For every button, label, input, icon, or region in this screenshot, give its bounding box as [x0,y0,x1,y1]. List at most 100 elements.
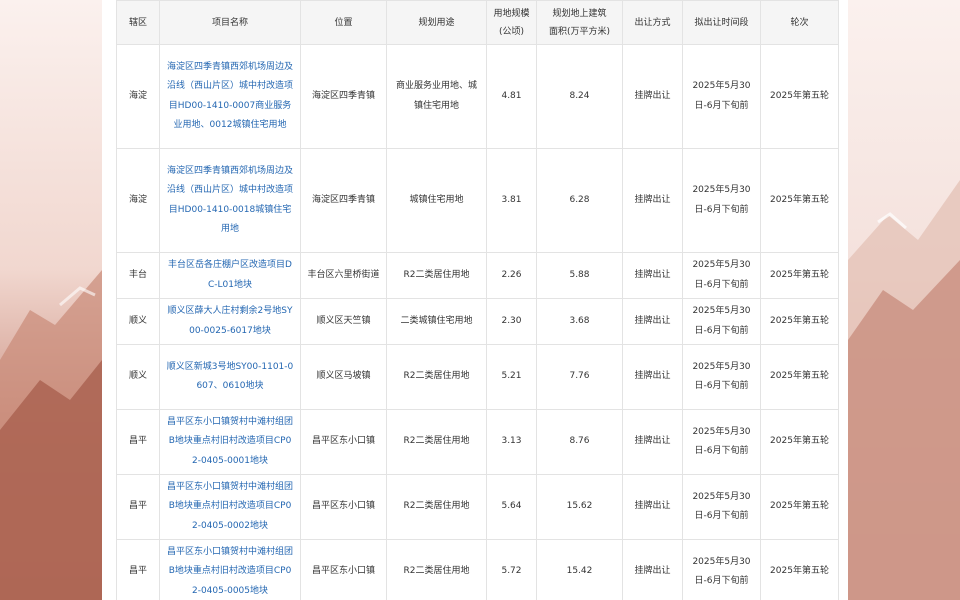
transfer-method-cell: 挂牌出让 [622,298,683,345]
project-link-text[interactable]: 昌平区东小口镇贺村中滩村组团B地块重点村旧村改造项目CP02-0405-0005… [167,547,293,596]
floor-area-cell: 15.62 [536,474,623,540]
period-cell: 2025年5月30日-6月下旬前 [682,252,761,299]
background-left-panel [0,0,102,600]
mountain-illustration-left [0,270,102,600]
project-name-link[interactable]: 海淀区四季青镇西郊机场周边及沿线（西山片区）城中村改造项目HD00-1410-0… [159,44,301,149]
table-row: 顺义 顺义区薛大人庄村剩余2号地SY00-0025-6017地块 顺义区天竺镇 二类城… [116,298,839,345]
project-link-text[interactable]: 顺义区新城3号地SY00-1101-0607、0610地块 [167,362,294,392]
project-link-text[interactable]: 丰台区岳各庄棚户区改造项目DC-L01地块 [168,260,292,290]
period-cell: 2025年5月30日-6月下旬前 [682,539,761,600]
district-cell: 昌平 [116,539,160,600]
project-name-link[interactable]: 昌平区东小口镇贺村中滩村组团B地块重点村旧村改造项目CP02-0405-0005… [159,539,301,600]
planned-use-cell: 二类城镇住宅用地 [386,298,487,345]
floor-area-cell: 7.76 [536,344,623,410]
location-cell: 海淀区四季青镇 [300,44,387,149]
header-transfer-method: 出让方式 [622,0,683,45]
header-district: 辖区 [116,0,160,45]
period-cell: 2025年5月30日-6月下旬前 [682,409,761,475]
planned-use-cell: 商业服务业用地、城镇住宅用地 [386,44,487,149]
land-area-cell: 5.21 [486,344,537,410]
round-cell: 2025年第五轮 [760,298,839,345]
planned-use-cell: 城镇住宅用地 [386,148,487,253]
table-row: 海淀 海淀区四季青镇西郊机场周边及沿线（西山片区）城中村改造项目HD00-1410… [116,44,839,149]
table-row: 顺义 顺义区新城3号地SY00-1101-0607、0610地块 顺义区马坡镇 R2二… [116,344,839,410]
district-cell: 顺义 [116,298,160,345]
project-link-text[interactable]: 顺义区薛大人庄村剩余2号地SY00-0025-6017地块 [168,306,293,336]
table-row: 昌平 昌平区东小口镇贺村中滩村组团B地块重点村旧村改造项目CP02-0405-00… [116,539,839,600]
location-cell: 昌平区东小口镇 [300,409,387,475]
period-cell: 2025年5月30日-6月下旬前 [682,344,761,410]
land-area-cell: 3.81 [486,148,537,253]
planned-use-cell: R2二类居住用地 [386,539,487,600]
district-cell: 顺义 [116,344,160,410]
project-name-link[interactable]: 海淀区四季青镇西郊机场周边及沿线（西山片区）城中村改造项目HD00-1410-0… [159,148,301,253]
project-link-text[interactable]: 海淀区四季青镇西郊机场周边及沿线（西山片区）城中村改造项目HD00-1410-0… [167,62,293,131]
project-name-link[interactable]: 顺义区新城3号地SY00-1101-0607、0610地块 [159,344,301,410]
location-cell: 丰台区六里桥街道 [300,252,387,299]
project-name-link[interactable]: 昌平区东小口镇贺村中滩村组团B地块重点村旧村改造项目CP02-0405-0001… [159,409,301,475]
period-cell: 2025年5月30日-6月下旬前 [682,148,761,253]
header-planned-use: 规划用途 [386,0,487,45]
transfer-method-cell: 挂牌出让 [622,252,683,299]
table-row: 海淀 海淀区四季青镇西郊机场周边及沿线（西山片区）城中村改造项目HD00-1410… [116,148,839,253]
project-link-text[interactable]: 昌平区东小口镇贺村中滩村组团B地块重点村旧村改造项目CP02-0405-0002… [167,482,293,531]
planned-use-cell: R2二类居住用地 [386,252,487,299]
transfer-method-cell: 挂牌出让 [622,148,683,253]
header-floor-area: 规划地上建筑 面积(万平方米) [536,0,623,45]
location-cell: 昌平区东小口镇 [300,474,387,540]
floor-area-cell: 15.42 [536,539,623,600]
period-cell: 2025年5月30日-6月下旬前 [682,44,761,149]
period-cell: 2025年5月30日-6月下旬前 [682,474,761,540]
transfer-method-cell: 挂牌出让 [622,409,683,475]
land-transfer-table: 辖区 项目名称 位置 规划用途 用地规模 (公顷) 规划地上建筑 面积(万平方米) 出让方式… [116,0,839,600]
floor-area-cell: 8.24 [536,44,623,149]
project-name-link[interactable]: 昌平区东小口镇贺村中滩村组团B地块重点村旧村改造项目CP02-0405-0002… [159,474,301,540]
header-project-name: 项目名称 [159,0,301,45]
table-row: 丰台 丰台区岳各庄棚户区改造项目DC-L01地块 丰台区六里桥街道 R2二类居住用地 2… [116,252,839,299]
project-name-link[interactable]: 丰台区岳各庄棚户区改造项目DC-L01地块 [159,252,301,299]
land-area-cell: 3.13 [486,409,537,475]
background-right-panel [848,0,960,600]
district-cell: 昌平 [116,474,160,540]
location-cell: 顺义区马坡镇 [300,344,387,410]
round-cell: 2025年第五轮 [760,148,839,253]
table-body: 海淀 海淀区四季青镇西郊机场周边及沿线（西山片区）城中村改造项目HD00-1410… [116,44,839,600]
land-area-cell: 4.81 [486,44,537,149]
transfer-method-cell: 挂牌出让 [622,344,683,410]
project-link-text[interactable]: 昌平区东小口镇贺村中滩村组团B地块重点村旧村改造项目CP02-0405-0001… [167,417,293,466]
land-area-cell: 5.64 [486,474,537,540]
floor-area-cell: 6.28 [536,148,623,253]
land-area-cell: 2.26 [486,252,537,299]
main-content: 辖区 项目名称 位置 规划用途 用地规模 (公顷) 规划地上建筑 面积(万平方米) 出让方式… [102,0,848,600]
round-cell: 2025年第五轮 [760,344,839,410]
district-cell: 海淀 [116,44,160,149]
floor-area-cell: 8.76 [536,409,623,475]
transfer-method-cell: 挂牌出让 [622,539,683,600]
district-cell: 昌平 [116,409,160,475]
table-row: 昌平 昌平区东小口镇贺村中滩村组团B地块重点村旧村改造项目CP02-0405-00… [116,474,839,540]
header-round: 轮次 [760,0,839,45]
project-name-link[interactable]: 顺义区薛大人庄村剩余2号地SY00-0025-6017地块 [159,298,301,345]
round-cell: 2025年第五轮 [760,252,839,299]
district-cell: 丰台 [116,252,160,299]
header-location: 位置 [300,0,387,45]
floor-area-cell: 5.88 [536,252,623,299]
project-link-text[interactable]: 海淀区四季青镇西郊机场周边及沿线（西山片区）城中村改造项目HD00-1410-0… [167,166,293,235]
planned-use-cell: R2二类居住用地 [386,474,487,540]
round-cell: 2025年第五轮 [760,474,839,540]
header-land-area: 用地规模 (公顷) [486,0,537,45]
floor-area-cell: 3.68 [536,298,623,345]
round-cell: 2025年第五轮 [760,44,839,149]
round-cell: 2025年第五轮 [760,539,839,600]
round-cell: 2025年第五轮 [760,409,839,475]
period-cell: 2025年5月30日-6月下旬前 [682,298,761,345]
location-cell: 顺义区天竺镇 [300,298,387,345]
transfer-method-cell: 挂牌出让 [622,474,683,540]
location-cell: 海淀区四季青镇 [300,148,387,253]
table-row: 昌平 昌平区东小口镇贺村中滩村组团B地块重点村旧村改造项目CP02-0405-00… [116,409,839,475]
transfer-method-cell: 挂牌出让 [622,44,683,149]
header-period: 拟出让时间段 [682,0,761,45]
planned-use-cell: R2二类居住用地 [386,409,487,475]
district-cell: 海淀 [116,148,160,253]
table-header-row: 辖区 项目名称 位置 规划用途 用地规模 (公顷) 规划地上建筑 面积(万平方米) 出让方式… [116,0,839,45]
